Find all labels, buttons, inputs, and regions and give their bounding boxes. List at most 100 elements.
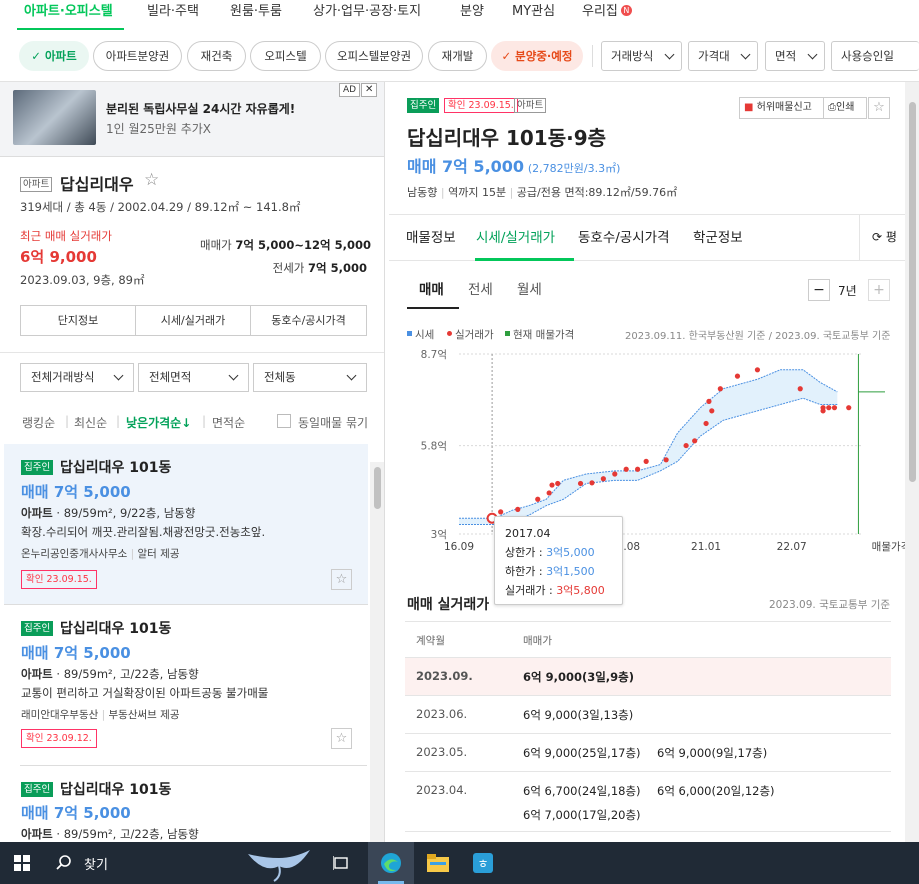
confirm-badge-label: 확인 23.09.15. (21, 570, 97, 589)
favorite-star-icon[interactable]: ☆ (868, 97, 890, 119)
task-view-icon[interactable] (333, 855, 349, 871)
select-building[interactable]: 전체동 (253, 363, 367, 392)
chip-officetel-presale-right[interactable]: 오피스텔분양권 (325, 41, 423, 71)
file-explorer-icon[interactable] (427, 854, 449, 872)
close-icon[interactable]: ✕ (361, 83, 378, 97)
nav-my-home[interactable]: 우리집 N (582, 0, 632, 19)
real-price-point (717, 386, 723, 392)
subtab-underline (407, 307, 459, 309)
real-price-point (549, 482, 555, 488)
tx-price: 6억 6,700(24일,18층) (523, 784, 641, 798)
chip-apartment[interactable]: ✓ 아파트 (19, 41, 89, 71)
price-chart[interactable]: 3억5.8억8.7억16.0918.0319.0821.0122.07매물가격 (389, 344, 919, 564)
tab-market-price[interactable]: 시세/실거래가 (476, 226, 555, 246)
unit-number-button[interactable]: 동호수/공시가격 (250, 305, 367, 336)
scrollbar-thumb[interactable] (909, 102, 916, 482)
chip-apartment-label: 아파트 (44, 49, 77, 63)
detail-price-row: 매매 7억 5,000 (2,782만원/3.3㎡) (407, 153, 620, 177)
tab-school[interactable]: 학군정보 (693, 226, 743, 246)
dropdown-area[interactable]: 면적 (765, 41, 825, 71)
tab-listing-info[interactable]: 매물정보 (406, 226, 456, 246)
agent-separator: | (101, 709, 106, 721)
dropdown-approval-date[interactable]: 사용승인일 (831, 41, 919, 71)
search-label: 찾기 (84, 858, 108, 873)
pyeong-label: 평 (885, 230, 897, 244)
nav-apartment-officetel[interactable]: 아파트·오피스텔 (24, 0, 113, 19)
chip-reconstruction[interactable]: 재건축 (187, 41, 246, 71)
windows-start-icon[interactable] (14, 855, 30, 871)
tooltip-upper: 상한가 : 3억5,000 (505, 543, 612, 562)
period-minus-button[interactable]: − (808, 279, 830, 301)
report-label: 허위매물신고 (756, 102, 812, 113)
print-button[interactable]: ⎙인쇄 (823, 97, 867, 119)
transaction-row: 2023.09. 6억 9,000(3일,9층) (405, 658, 891, 696)
nav-my-interest[interactable]: MY관심 (512, 0, 555, 19)
divider (405, 621, 891, 622)
subtab-monthly[interactable]: 월세 (517, 278, 542, 298)
sort-lowest-price[interactable]: 낮은가격순↓ (126, 414, 191, 431)
favorite-star-icon[interactable]: ☆ (331, 728, 352, 749)
listing-spec-detail: · 89/59m², 9/22층, 남동향 (52, 506, 196, 520)
sort-ranking[interactable]: 랭킹순 (22, 414, 55, 431)
same-listing-checkbox[interactable] (277, 414, 291, 428)
real-price-point (515, 506, 521, 512)
select-transaction-type[interactable]: 전체거래방식 (20, 363, 134, 392)
report-button[interactable]: ■ 허위매물신고 (739, 97, 824, 119)
subtab-sale[interactable]: 매매 (419, 278, 444, 298)
tx-price: 6억 9,000(3일,9층) (523, 670, 635, 684)
market-price-button[interactable]: 시세/실거래가 (135, 305, 251, 336)
provider: 알터 제공 (137, 548, 180, 560)
scrollbar-thumb[interactable] (374, 467, 381, 509)
sort-area[interactable]: 면적순 (212, 414, 245, 431)
nav-oneroom-tworoom[interactable]: 원룸·투룸 (230, 0, 282, 19)
nav-villa-house[interactable]: 빌라·주택 (147, 0, 199, 19)
ad-banner[interactable]: 분리된 독립사무실 24시간 자유롭게! 1인 월25만원 추가X AD ✕ (0, 82, 384, 157)
taskbar-search[interactable]: 찾기 (46, 842, 316, 884)
edge-app[interactable] (368, 842, 414, 884)
listing-item[interactable]: 집주인 답십리대우 101동 매매 7억 5,000 아파트 · 89/59m²… (4, 444, 368, 604)
apartment-tag: 아파트 (20, 177, 53, 192)
agent-name: 온누리공인중개사사무소 (21, 548, 128, 560)
hangul-app-icon[interactable]: ㅎ (473, 853, 493, 873)
x-tick-label: 21.01 (691, 541, 721, 553)
period-plus-button[interactable]: + (868, 279, 890, 301)
chip-presale-upcoming[interactable]: ✓ 분양중·예정 (491, 41, 583, 71)
filter-bar: ✓ 아파트 아파트분양권 재건축 오피스텔 오피스텔분양권 재개발 ✓ 분양중·… (0, 30, 919, 82)
facing: 남동향 (407, 186, 438, 199)
listing-scrollbar[interactable] (370, 462, 384, 842)
tx-price-2: 6억 6,000(20일,12층) (657, 784, 775, 798)
select-area[interactable]: 전체면적 (138, 363, 249, 392)
nav-commercial-land[interactable]: 상가·업무·공장·토지 (313, 0, 421, 19)
nav-presale[interactable]: 분양 (460, 0, 484, 19)
favorite-star-icon[interactable]: ☆ (331, 569, 352, 590)
detail-title: 답십리대우 101동·9층 (407, 126, 607, 150)
legend-real-swatch (447, 331, 452, 336)
chip-apartment-presale-right[interactable]: 아파트분양권 (93, 41, 182, 71)
tooltip-lower-value: 3억1,500 (546, 565, 595, 578)
chip-officetel[interactable]: 오피스텔 (250, 41, 321, 71)
chip-redevelopment[interactable]: 재개발 (428, 41, 487, 71)
listing-spec: 아파트 · 89/59m², 고/22층, 남동향 (21, 666, 199, 682)
listing-item[interactable]: 집주인 답십리대우 101동 매매 7억 5,000 아파트 · 89/59m²… (4, 605, 368, 765)
detail-scrollbar[interactable] (905, 82, 919, 842)
subtab-jeonse[interactable]: 전세 (468, 278, 493, 298)
real-price-point (600, 476, 606, 482)
complex-info-button[interactable]: 단지정보 (20, 305, 136, 336)
x-tick-label: 16.09 (444, 541, 474, 553)
tab-unit-number[interactable]: 동호수/공시가격 (578, 226, 670, 246)
legend-current: 현재 매물가격 (505, 327, 574, 342)
nav-my-home-label: 우리집 (582, 4, 618, 19)
sort-latest[interactable]: 최신순 (74, 414, 107, 431)
sort-separator: | (202, 414, 207, 428)
listing-spec-type: 아파트 (21, 506, 53, 520)
search-icon (56, 855, 71, 870)
star-icon[interactable]: ☆ (144, 170, 159, 190)
x-tick-label: 22.07 (777, 541, 807, 553)
real-price-point (635, 466, 641, 472)
dropdown-transaction-type[interactable]: 거래방식 (601, 41, 682, 71)
legend-real: 실거래가 (447, 327, 494, 342)
dropdown-price-range[interactable]: 가격대 (688, 41, 758, 71)
listing-item[interactable]: 집주인 답십리대우 101동 매매 7억 5,000 아파트 · 89/59m²… (4, 766, 368, 842)
complex-type-tag: 아파트 (20, 176, 53, 192)
listing-spec-detail: · 89/59m², 고/22층, 남동향 (52, 827, 199, 841)
